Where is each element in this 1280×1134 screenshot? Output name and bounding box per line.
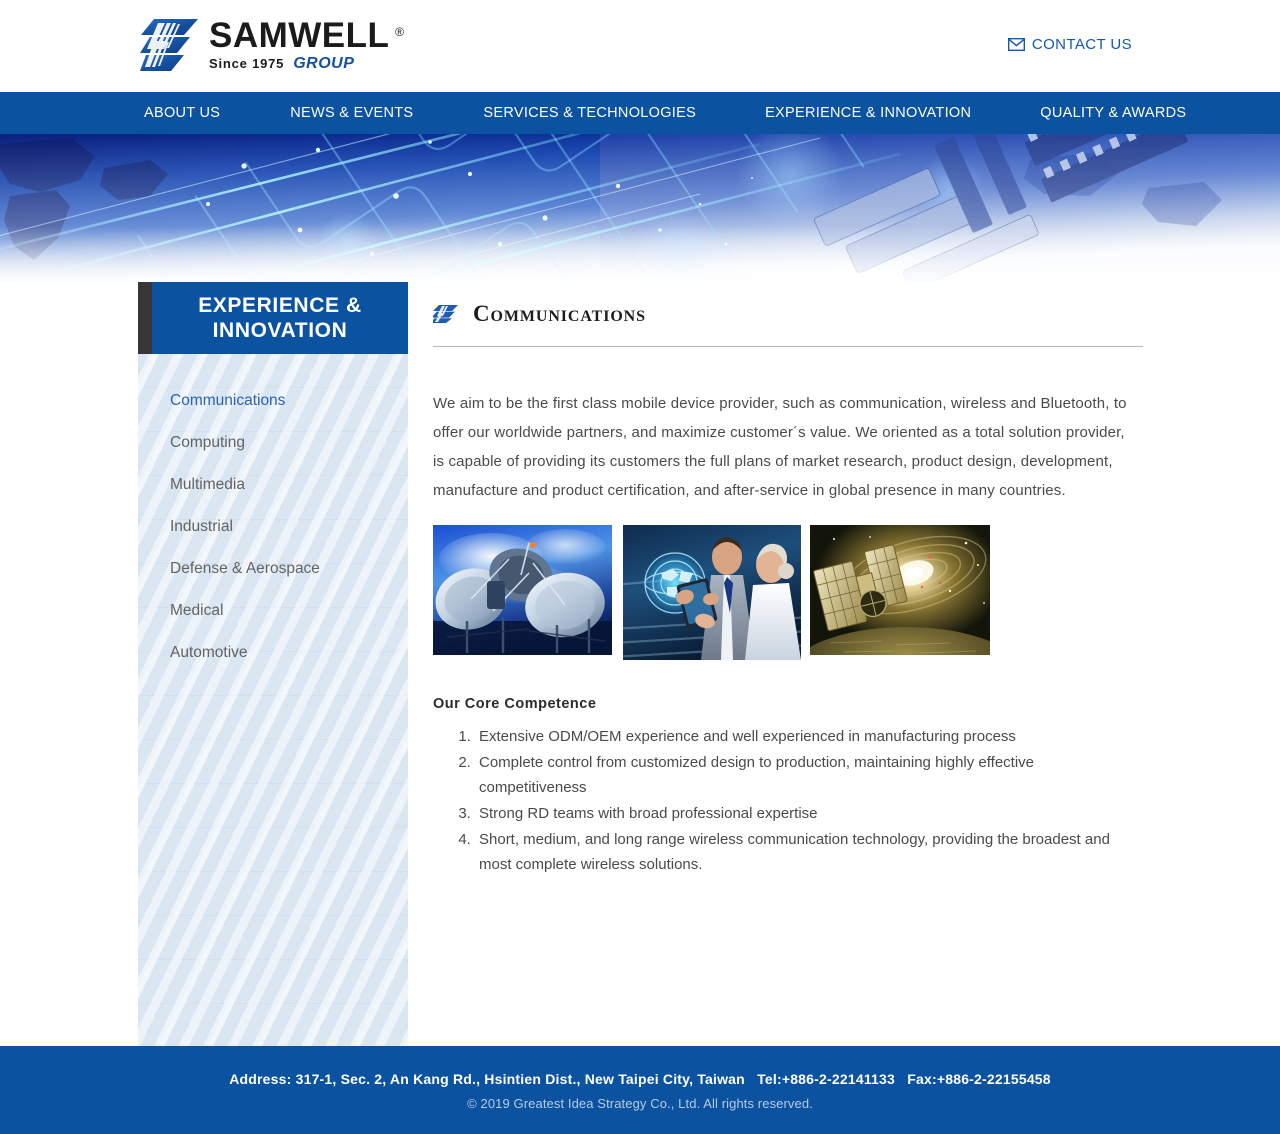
sidebar: EXPERIENCE & INNOVATION Communications C… xyxy=(138,282,408,1048)
logo-text: SAMWELL ® Since 1975 GROUP xyxy=(209,15,404,73)
site-header: SAMWELL ® Since 1975 GROUP CONTACT US xyxy=(0,0,1280,92)
site-logo[interactable]: SAMWELL ® Since 1975 GROUP xyxy=(140,14,404,76)
core-competence-list: Extensive ODM/OEM experience and well ex… xyxy=(433,724,1143,877)
envelope-icon xyxy=(1007,38,1025,51)
main-content: Communications We aim to be the first cl… xyxy=(433,282,1143,878)
footer-address: Address: 317-1, Sec. 2, An Kang Rd., Hsi… xyxy=(229,1071,1051,1087)
sidebar-item-industrial[interactable]: Industrial xyxy=(138,506,408,548)
core-competence-item: Extensive ODM/OEM experience and well ex… xyxy=(475,724,1143,749)
sidebar-accent-bar xyxy=(138,282,152,354)
page-title: Communications xyxy=(473,301,646,326)
nav-item-experience-innovation[interactable]: EXPERIENCE & INNOVATION xyxy=(765,92,971,134)
logo-since-text: Since 1975 xyxy=(209,55,285,71)
sidebar-item-automotive[interactable]: Automotive xyxy=(138,632,408,674)
nav-item-services-technologies[interactable]: SERVICES & TECHNOLOGIES xyxy=(483,92,696,134)
sidebar-menu: Communications Computing Multimedia Indu… xyxy=(138,354,408,1048)
logo-wordmark: SAMWELL ® xyxy=(209,15,404,55)
samwell-z-logo-icon xyxy=(140,19,198,71)
sidebar-item-communications[interactable]: Communications xyxy=(138,380,408,422)
logo-group-text: GROUP xyxy=(293,54,355,72)
site-footer: Address: 317-1, Sec. 2, An Kang Rd., Hsi… xyxy=(0,1046,1280,1134)
registered-trademark-icon: ® xyxy=(395,24,405,39)
footer-copyright: © 2019 Greatest Idea Strategy Co., Ltd. … xyxy=(467,1096,813,1111)
sidebar-item-medical[interactable]: Medical xyxy=(138,590,408,632)
page-body: EXPERIENCE & INNOVATION Communications C… xyxy=(0,282,1280,1048)
sidebar-header: EXPERIENCE & INNOVATION xyxy=(138,282,408,354)
hero-banner-graphic xyxy=(0,134,1280,282)
nav-inner: ABOUT US NEWS & EVENTS SERVICES & TECHNO… xyxy=(130,92,1186,134)
samwell-z-logo-icon xyxy=(433,305,458,323)
contact-us-link[interactable]: CONTACT US xyxy=(1007,36,1132,53)
sidebar-item-multimedia[interactable]: Multimedia xyxy=(138,464,408,506)
gallery-image-satellite-dishes[interactable] xyxy=(433,525,612,655)
business-hologram-photo xyxy=(623,525,801,660)
gallery-image-hologram-tablet[interactable] xyxy=(623,525,801,660)
gallery-image-space-satellite[interactable] xyxy=(810,525,990,655)
satellite-dish-photo xyxy=(433,525,612,655)
nav-item-news-events[interactable]: NEWS & EVENTS xyxy=(290,92,413,134)
main-navigation: ABOUT US NEWS & EVENTS SERVICES & TECHNO… xyxy=(0,92,1280,134)
space-satellite-photo xyxy=(810,525,990,655)
content-header: Communications xyxy=(433,296,1143,332)
page-root: SAMWELL ® Since 1975 GROUP CONTACT US ABO… xyxy=(0,0,1280,1134)
core-competence-item: Complete control from customized design … xyxy=(475,750,1143,800)
sidebar-title: EXPERIENCE & INNOVATION xyxy=(198,294,362,342)
intro-paragraph: We aim to be the first class mobile devi… xyxy=(433,395,1127,499)
image-gallery xyxy=(433,525,1143,660)
core-competence-item: Strong RD teams with broad professional … xyxy=(475,801,1143,826)
logo-word-text: SAMWELL xyxy=(209,15,390,55)
nav-item-quality-awards[interactable]: QUALITY & AWARDS xyxy=(1040,92,1186,134)
core-competence-title: Our Core Competence xyxy=(433,696,597,712)
title-divider xyxy=(433,346,1143,347)
core-competence-item: Short, medium, and long range wireless c… xyxy=(475,827,1143,877)
logo-subline: Since 1975 GROUP xyxy=(209,55,389,73)
contact-us-label: CONTACT US xyxy=(1031,36,1132,53)
hero-banner xyxy=(0,134,1280,282)
nav-item-about-us[interactable]: ABOUT US xyxy=(144,92,220,134)
sidebar-item-computing[interactable]: Computing xyxy=(138,422,408,464)
sidebar-item-defense-aerospace[interactable]: Defense & Aerospace xyxy=(138,548,408,590)
